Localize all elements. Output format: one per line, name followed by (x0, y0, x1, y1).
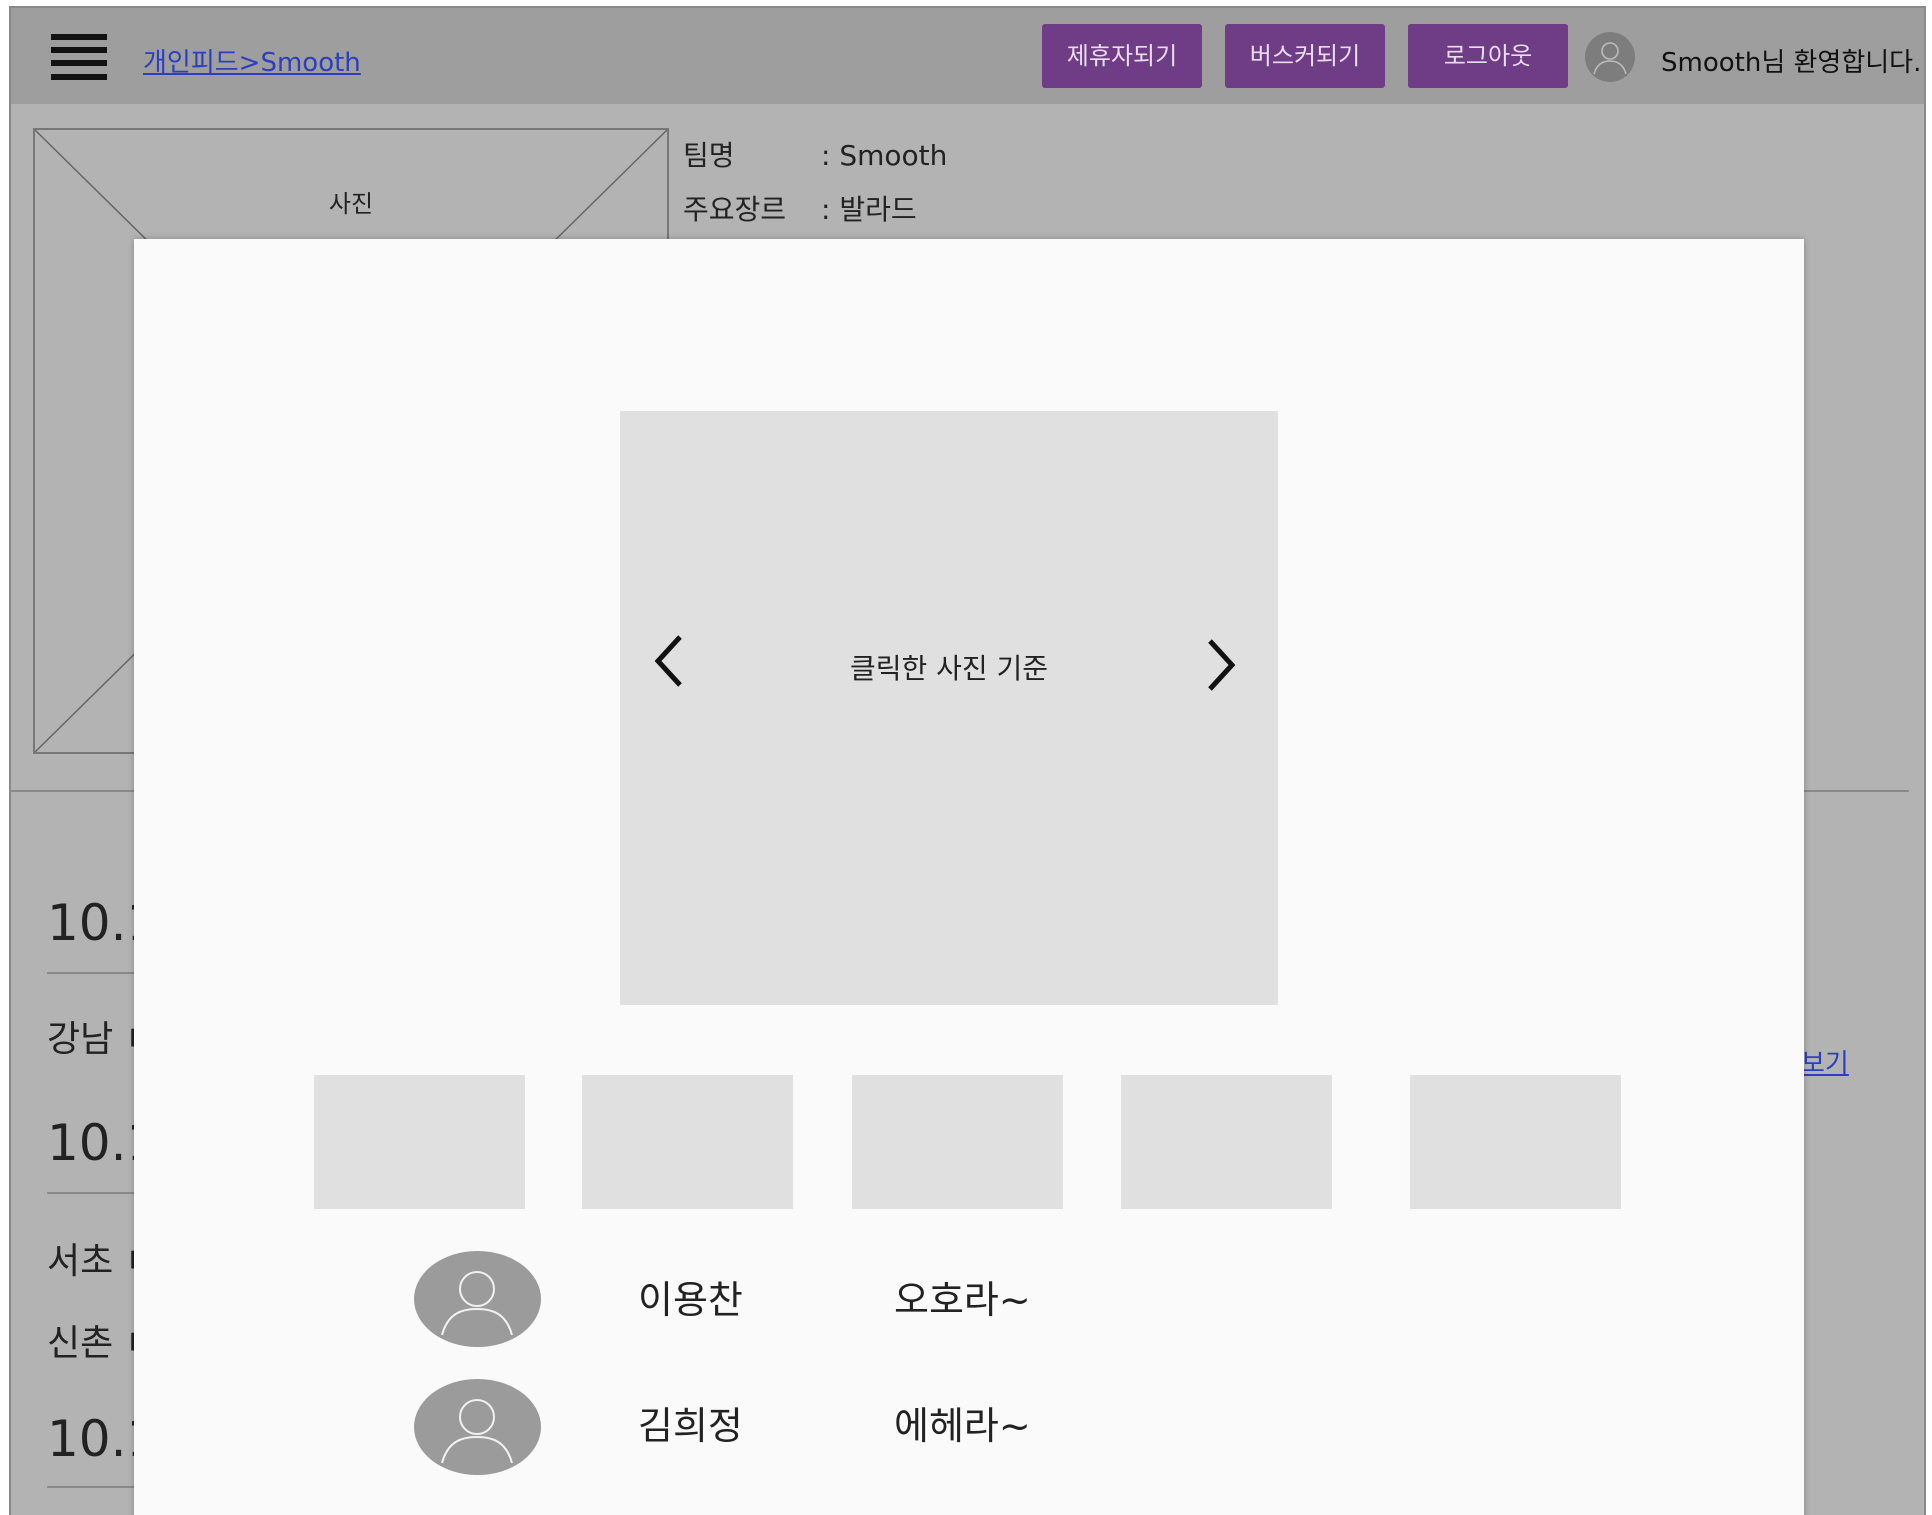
logout-button[interactable]: 로그아웃 (1408, 24, 1568, 88)
commenter-avatar-icon (414, 1379, 541, 1475)
commenter-name: 이용찬 (638, 1278, 743, 1322)
genre-value: : 발라드 (821, 193, 917, 226)
become-partner-button[interactable]: 제휴자되기 (1042, 24, 1202, 88)
team-label: 팀명 (683, 139, 735, 172)
photo-label: 사진 (328, 190, 374, 218)
commenter-avatar-icon (414, 1251, 541, 1347)
photo-viewer-modal: 클릭한 사진 기준 이용찬 오호라~ 김희정 에헤라~ (134, 239, 1804, 1515)
view-more-link[interactable]: 보기 (1801, 1043, 1849, 1080)
comment-text: 오호라~ (894, 1278, 1031, 1322)
comment-text: 에헤라~ (894, 1404, 1031, 1448)
user-avatar-icon[interactable] (1585, 32, 1635, 82)
photo-thumbnail[interactable] (314, 1075, 525, 1209)
commenter-name: 김희정 (638, 1404, 743, 1448)
menu-icon[interactable] (51, 34, 107, 80)
main-photo-caption: 클릭한 사진 기준 (849, 652, 1049, 685)
breadcrumb[interactable]: 개인피드>Smooth (143, 42, 361, 79)
photo-thumbnail[interactable] (852, 1075, 1063, 1209)
top-bar: 개인피드>Smooth 제휴자되기 버스커되기 로그아웃 Smooth님 환영합… (11, 8, 1924, 104)
genre-label: 주요장르 (683, 193, 787, 226)
next-arrow-icon[interactable] (1200, 635, 1240, 695)
team-value: : Smooth (821, 139, 948, 172)
photo-thumbnail[interactable] (582, 1075, 793, 1209)
photo-thumbnail[interactable] (1410, 1075, 1621, 1209)
become-busker-button[interactable]: 버스커되기 (1225, 24, 1385, 88)
main-photo: 클릭한 사진 기준 (620, 411, 1278, 1005)
team-row: 팀명 : Smooth (683, 134, 947, 174)
welcome-text: Smooth님 환영합니다. (1661, 48, 1922, 78)
photo-thumbnail[interactable] (1121, 1075, 1332, 1209)
genre-row: 주요장르 : 발라드 (683, 188, 917, 228)
